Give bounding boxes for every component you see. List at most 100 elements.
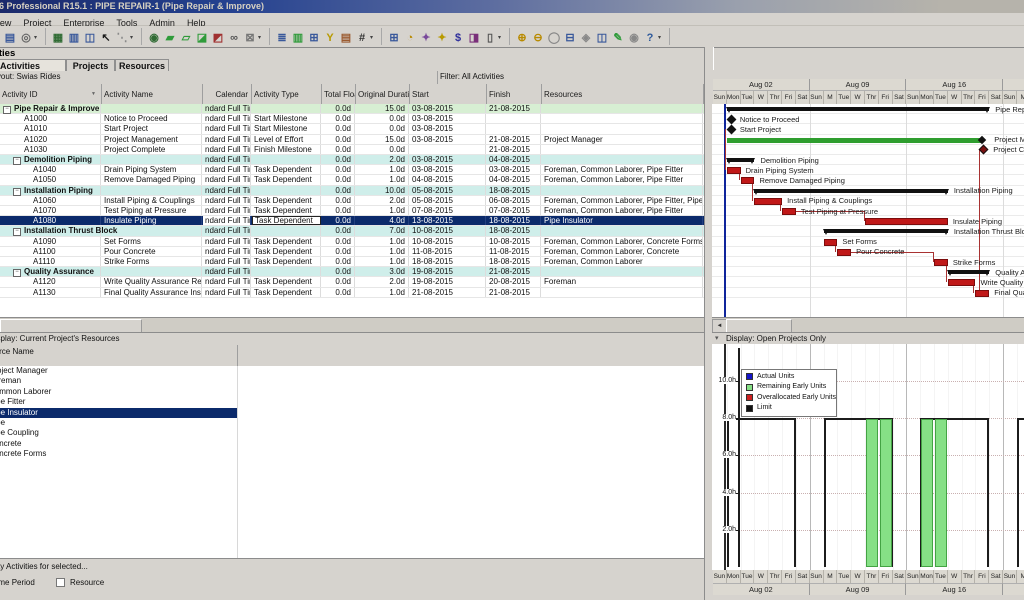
gantt-task-bar[interactable] [727,167,741,174]
table-row[interactable]: A1020Project Managementndard Full TimeLe… [0,135,704,145]
table-row[interactable]: A1010Start Projectndard Full TimeStart M… [0,124,704,134]
bars-settings-icon[interactable]: ▤ [338,31,354,47]
timescale-icon[interactable]: ⊞ [306,31,322,47]
group-sort-icon[interactable]: ≣ [274,31,290,47]
wbs-view-icon[interactable]: ▥ [66,31,82,47]
table-row[interactable]: A1090Set Formsndard Full TimeTask Depend… [0,237,704,247]
gantt-task-bar[interactable] [934,259,948,266]
copy-icon[interactable]: ▱ [178,31,194,47]
table-row[interactable]: A1070Test Piping at Pressurendard Full T… [0,206,704,216]
table-row[interactable]: A1050Remove Damaged Pipingndard Full Tim… [0,175,704,185]
resource-row[interactable]: Concrete Forms [0,449,704,459]
notebook-icon[interactable]: ◩ [210,31,226,47]
gantt-task-bar[interactable] [782,208,796,215]
paste-icon[interactable]: ◪ [194,31,210,47]
histogram-timescale[interactable]: Aug 02SunMonTueWThrFriSatAug 09SunMTueWT… [712,570,1024,595]
group-row[interactable]: ndard Full Time0.0d3.0d19-08-201521-08-2… [0,267,704,277]
collapse-icon[interactable]: − [13,188,21,196]
gantt-timescale[interactable]: Aug 02SunMonTueWThrFriSatAug 09SunMTueWT… [712,79,1024,104]
group-row[interactable]: ndard Full Time0.0d10.0d05-08-201518-08-… [0,186,704,196]
media-icon[interactable]: ⊠ [242,31,258,47]
vertical-split-icon[interactable]: ◫ [594,31,610,47]
column-header-finish[interactable]: Finish [487,84,542,104]
resource-row[interactable]: Pipe Fitter [0,397,704,407]
column-header-original-duration[interactable]: Original Duration [356,84,410,104]
group-row[interactable]: ndard Full Time0.0d15.0d03-08-201521-08-… [0,104,704,114]
link-activities-icon[interactable]: ∞ [226,31,242,47]
gantt-task-bar[interactable] [865,218,948,225]
dropdown-arrow-icon[interactable]: ▾ [658,28,665,41]
resource-row[interactable]: Foreman [0,376,704,386]
column-divider[interactable] [237,345,238,366]
resource-assign-icon[interactable]: ⊞ [386,31,402,47]
gantt-hscrollbar[interactable]: ◄ [712,317,1024,332]
print-preview-icon[interactable]: ◎ [18,31,34,47]
gantt-task-bar[interactable] [837,249,851,256]
collapse-icon[interactable]: − [3,106,11,114]
table-row[interactable]: A1040Drain Piping Systemndard Full TimeT… [0,165,704,175]
column-header-activity-type[interactable]: Activity Type [252,84,322,104]
activity-table-icon[interactable]: ▦ [50,31,66,47]
zoom-fit-icon[interactable]: ◯ [546,31,562,47]
find-icon[interactable]: ◉ [146,31,162,47]
gantt-task-bar[interactable] [948,279,976,286]
open-layout-icon[interactable]: ▤ [2,31,18,47]
roles-icon[interactable]: ✦ [434,31,450,47]
add-row-icon[interactable]: ▰ [162,31,178,47]
gantt-summary-bar[interactable] [948,270,989,274]
filter-funnel-icon[interactable]: ▼ [91,91,96,97]
notes-icon[interactable]: ✎ [610,31,626,47]
dropdown-arrow-icon[interactable]: ▾ [34,28,41,41]
horizontal-split-icon[interactable]: ⊟ [562,31,578,47]
column-header-resources[interactable]: Resources [542,84,704,104]
zoom-in-icon[interactable]: ⊕ [514,31,530,47]
dropdown-arrow-icon[interactable]: ▾ [498,28,505,41]
resource-row[interactable]: Concrete [0,439,704,449]
checkbox-resource[interactable] [56,578,65,587]
gantt-summary-bar[interactable] [727,107,989,111]
table-row[interactable]: A1080Insulate Pipingndard Full TimeTask … [0,216,704,226]
filter-funnel-icon[interactable]: Y [322,31,338,47]
resource-row[interactable]: Project Manager [0,366,704,376]
table-row[interactable]: A1120Write Quality Assurance Reportndard… [0,277,704,287]
gantt-loe-bar[interactable] [727,138,983,143]
line-numbers-icon[interactable]: # [354,31,370,47]
table-hscrollbar[interactable] [0,317,704,333]
resource-column-header[interactable]: Resource Name [0,345,704,367]
gantt-task-bar[interactable] [754,198,782,205]
dropdown-arrow-icon[interactable]: ▾ [370,28,377,41]
gantt-summary-bar[interactable] [754,189,947,193]
gantt-task-bar[interactable] [741,177,755,184]
resource-row[interactable]: Pipe Coupling [0,428,704,438]
gantt-summary-bar[interactable] [824,229,948,233]
table-row[interactable]: A1060Install Piping & Couplingsndard Ful… [0,196,704,206]
trace-logic-icon[interactable]: ⋱ [114,31,130,47]
clock-icon[interactable]: ◔ [402,31,418,47]
gantt-task-bar[interactable] [824,239,838,246]
table-row[interactable]: A1030Project Completendard Full TimeFini… [0,145,704,155]
resource-row[interactable]: Pipe [0,418,704,428]
gantt-task-bar[interactable] [975,290,989,297]
columns-icon[interactable]: ▥ [290,31,306,47]
web-icon[interactable]: ◉ [626,31,642,47]
select-cursor-icon[interactable]: ↖ [98,31,114,47]
column-header-calendar[interactable]: Calendar [203,84,252,104]
table-row[interactable]: A1130Final Quality Assurance Inspectionn… [0,288,704,298]
dropdown-arrow-icon[interactable]: ▾ [130,28,137,41]
reports-icon[interactable]: ◨ [466,31,482,47]
network-view-icon[interactable]: ◫ [82,31,98,47]
scroll-left-button[interactable]: ◄ [712,319,727,332]
progress-spotlight-icon[interactable]: ✦ [418,31,434,47]
collapse-icon[interactable]: − [13,157,21,165]
column-header-start[interactable]: Start [410,84,487,104]
table-row[interactable]: A1100Pour Concretendard Full TimeTask De… [0,247,704,257]
scrollbar-thumb[interactable] [0,319,142,333]
column-header-activity-name[interactable]: Activity Name [102,84,203,104]
table-row[interactable]: A1000Notice to Proceedndard Full TimeSta… [0,114,704,124]
column-header-total-float[interactable]: Total Float [322,84,356,104]
activity-table-header[interactable]: Activity ID▼Activity NameCalendarActivit… [0,84,704,105]
dropdown-arrow-icon[interactable]: ▾ [258,28,265,41]
collapse-icon[interactable]: − [13,228,21,236]
resource-row[interactable]: Common Laborer [0,387,704,397]
column-header-activity-id[interactable]: Activity ID▼ [0,84,102,104]
